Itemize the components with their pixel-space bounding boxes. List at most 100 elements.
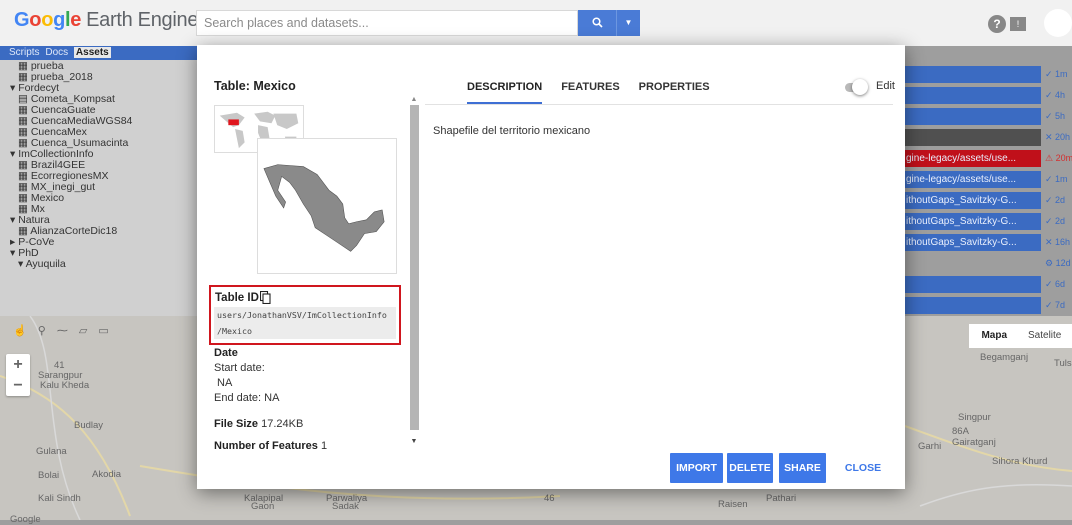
task-name[interactable] xyxy=(905,66,1041,83)
task-status: ✓ 5h xyxy=(1045,111,1066,121)
zoom-out-button[interactable]: − xyxy=(6,375,30,396)
map-type-satellite[interactable]: Satelite xyxy=(1019,324,1069,348)
map-type-map[interactable]: Mapa xyxy=(969,324,1019,348)
map-place-label: Gairatganj xyxy=(952,437,996,448)
left-panel-tabs: Scripts Docs Assets xyxy=(0,46,211,60)
task-name[interactable] xyxy=(905,276,1041,293)
search-button[interactable] xyxy=(578,10,616,36)
search-options-dropdown[interactable]: ▼ xyxy=(616,10,640,36)
task-row[interactable]: ✕ 20h xyxy=(905,129,1072,146)
map-place-label: Sadak xyxy=(332,501,359,512)
logo-letter: g xyxy=(53,9,66,31)
task-row[interactable]: gine-legacy/assets/use... ✓ 1m xyxy=(905,171,1072,188)
task-row[interactable]: ✓ 5h xyxy=(905,108,1072,125)
task-name[interactable] xyxy=(905,255,1041,272)
top-bar: Google Earth Engine Search places and dat… xyxy=(0,0,1072,46)
edit-toggle-knob[interactable] xyxy=(852,79,868,95)
tab-assets[interactable]: Assets xyxy=(73,47,111,58)
close-button[interactable]: CLOSE xyxy=(837,453,889,483)
task-row[interactable]: ⚙ 12d xyxy=(905,255,1072,272)
map-place-label: Gaon xyxy=(251,501,275,512)
left-scrollbar[interactable]: ▲ ▼ xyxy=(408,95,420,449)
share-button[interactable]: SHARE xyxy=(779,453,826,483)
search-icon xyxy=(591,17,603,28)
zoom-in-button[interactable]: + xyxy=(6,354,30,375)
task-row[interactable]: ✓ 1m xyxy=(905,66,1072,83)
search-input[interactable]: Search places and datasets... xyxy=(196,10,578,36)
task-status: ✓ 4h xyxy=(1045,90,1066,100)
logo-letter: o xyxy=(29,9,42,31)
task-row[interactable]: ✓ 6d xyxy=(905,276,1072,293)
map-place-label: Tuls xyxy=(1054,358,1072,369)
task-row[interactable]: ✓ 7d xyxy=(905,297,1072,314)
task-status: ✓ 1m xyxy=(1045,174,1068,184)
task-name[interactable]: ithoutGaps_Savitzky-G... xyxy=(905,234,1041,251)
scrollbar-thumb[interactable] xyxy=(410,105,419,430)
map-type-control[interactable]: Mapa Satelite xyxy=(969,324,1072,348)
earth-engine-logo[interactable]: Google Earth Engine xyxy=(14,9,198,32)
copy-icon[interactable] xyxy=(260,291,271,304)
task-name[interactable]: gine-legacy/assets/use... xyxy=(905,150,1041,167)
help-button[interactable]: ? xyxy=(988,15,1006,33)
feature-count-label: Number of Features xyxy=(214,440,318,452)
task-row[interactable]: ithoutGaps_Savitzky-G... ✕ 16h xyxy=(905,234,1072,251)
table-id-line: /Mexico xyxy=(217,326,252,336)
start-date-label: Start date: xyxy=(214,362,265,374)
logo-text: Earth Engine xyxy=(86,9,199,31)
task-name[interactable] xyxy=(905,129,1041,146)
map-place-label: 41 xyxy=(54,360,65,371)
logo-letter: o xyxy=(41,9,54,31)
mexico-thumbnail xyxy=(257,138,397,274)
task-status: ✓ 7d xyxy=(1045,300,1066,310)
task-row[interactable]: ithoutGaps_Savitzky-G... ✓ 2d xyxy=(905,192,1072,209)
left-panel: Scripts Docs Assets ▦ prueba ▦ prueba_201… xyxy=(0,46,211,316)
delete-button[interactable]: DELETE xyxy=(727,453,773,483)
zoom-control[interactable]: + − xyxy=(6,354,30,396)
scroll-down-icon[interactable]: ▼ xyxy=(408,437,420,447)
tasks-panel: ✓ 1m ✓ 4h ✓ 5h ✕ 20h gine-legacy/assets/use.… xyxy=(905,66,1072,318)
map-place-label: 46 xyxy=(544,493,555,504)
map-place-label: Singpur xyxy=(958,412,991,423)
task-name[interactable] xyxy=(905,297,1041,314)
task-status: ✓ 1m xyxy=(1045,69,1068,79)
task-name[interactable]: gine-legacy/assets/use... xyxy=(905,171,1041,188)
tab-scripts[interactable]: Scripts xyxy=(9,47,40,58)
map-place-label: Pathari xyxy=(766,493,797,504)
tab-docs[interactable]: Docs xyxy=(45,47,68,58)
feedback-button[interactable]: ! xyxy=(1010,17,1026,31)
import-button[interactable]: IMPORT xyxy=(670,453,723,483)
end-date-label: End date: xyxy=(214,392,262,404)
table-id-label: Table ID xyxy=(215,292,259,304)
task-name[interactable] xyxy=(905,87,1041,104)
task-row[interactable]: ithoutGaps_Savitzky-G... ✓ 2d xyxy=(905,213,1072,230)
tab-description[interactable]: DESCRIPTION xyxy=(467,81,543,104)
task-status: ✕ 16h xyxy=(1045,237,1071,247)
task-row[interactable]: gine-legacy/assets/use... ⚠ 20m xyxy=(905,150,1072,167)
table-id-value[interactable]: users/JonathanVSV/ImCollectionInfo /Mexi… xyxy=(214,307,396,339)
asset-details-dialog: Table: Mexico ▲ ▼ Table ID users/Jonatha… xyxy=(197,45,905,489)
map-place-label: Raisen xyxy=(718,499,748,510)
tab-properties[interactable]: PROPERTIES xyxy=(639,81,710,102)
asset-tree-item[interactable]: ▾ Ayuquila xyxy=(0,259,211,270)
start-date-value: NA xyxy=(217,377,233,389)
date-label: Date xyxy=(214,347,238,359)
map-place-label: Kalu Kheda xyxy=(40,380,90,391)
task-name[interactable]: ithoutGaps_Savitzky-G... xyxy=(905,192,1041,209)
dialog-title: Table: Mexico xyxy=(214,79,296,93)
description-text: Shapefile del territorio mexicano xyxy=(433,125,591,137)
table-id-highlight: Table ID users/JonathanVSV/ImCollectionI… xyxy=(209,285,401,345)
drawing-tools[interactable]: ☝ ⚲ ⁓ ▱ ▭ xyxy=(13,324,113,337)
feature-count-value: 1 xyxy=(320,440,328,452)
scroll-up-icon[interactable]: ▲ xyxy=(408,95,420,105)
end-date-row: End date: NA xyxy=(214,392,279,404)
logo-letter: G xyxy=(14,9,30,31)
map-place-label: Budlay xyxy=(74,420,104,431)
avatar[interactable] xyxy=(1044,9,1072,37)
file-size-value: 17.24KB xyxy=(261,418,304,430)
task-status: ⚙ 12d xyxy=(1045,258,1071,268)
task-row[interactable]: ✓ 4h xyxy=(905,87,1072,104)
task-name[interactable] xyxy=(905,108,1041,125)
tab-features[interactable]: FEATURES xyxy=(561,81,619,102)
task-name[interactable]: ithoutGaps_Savitzky-G... xyxy=(905,213,1041,230)
task-status: ✓ 2d xyxy=(1045,216,1066,226)
